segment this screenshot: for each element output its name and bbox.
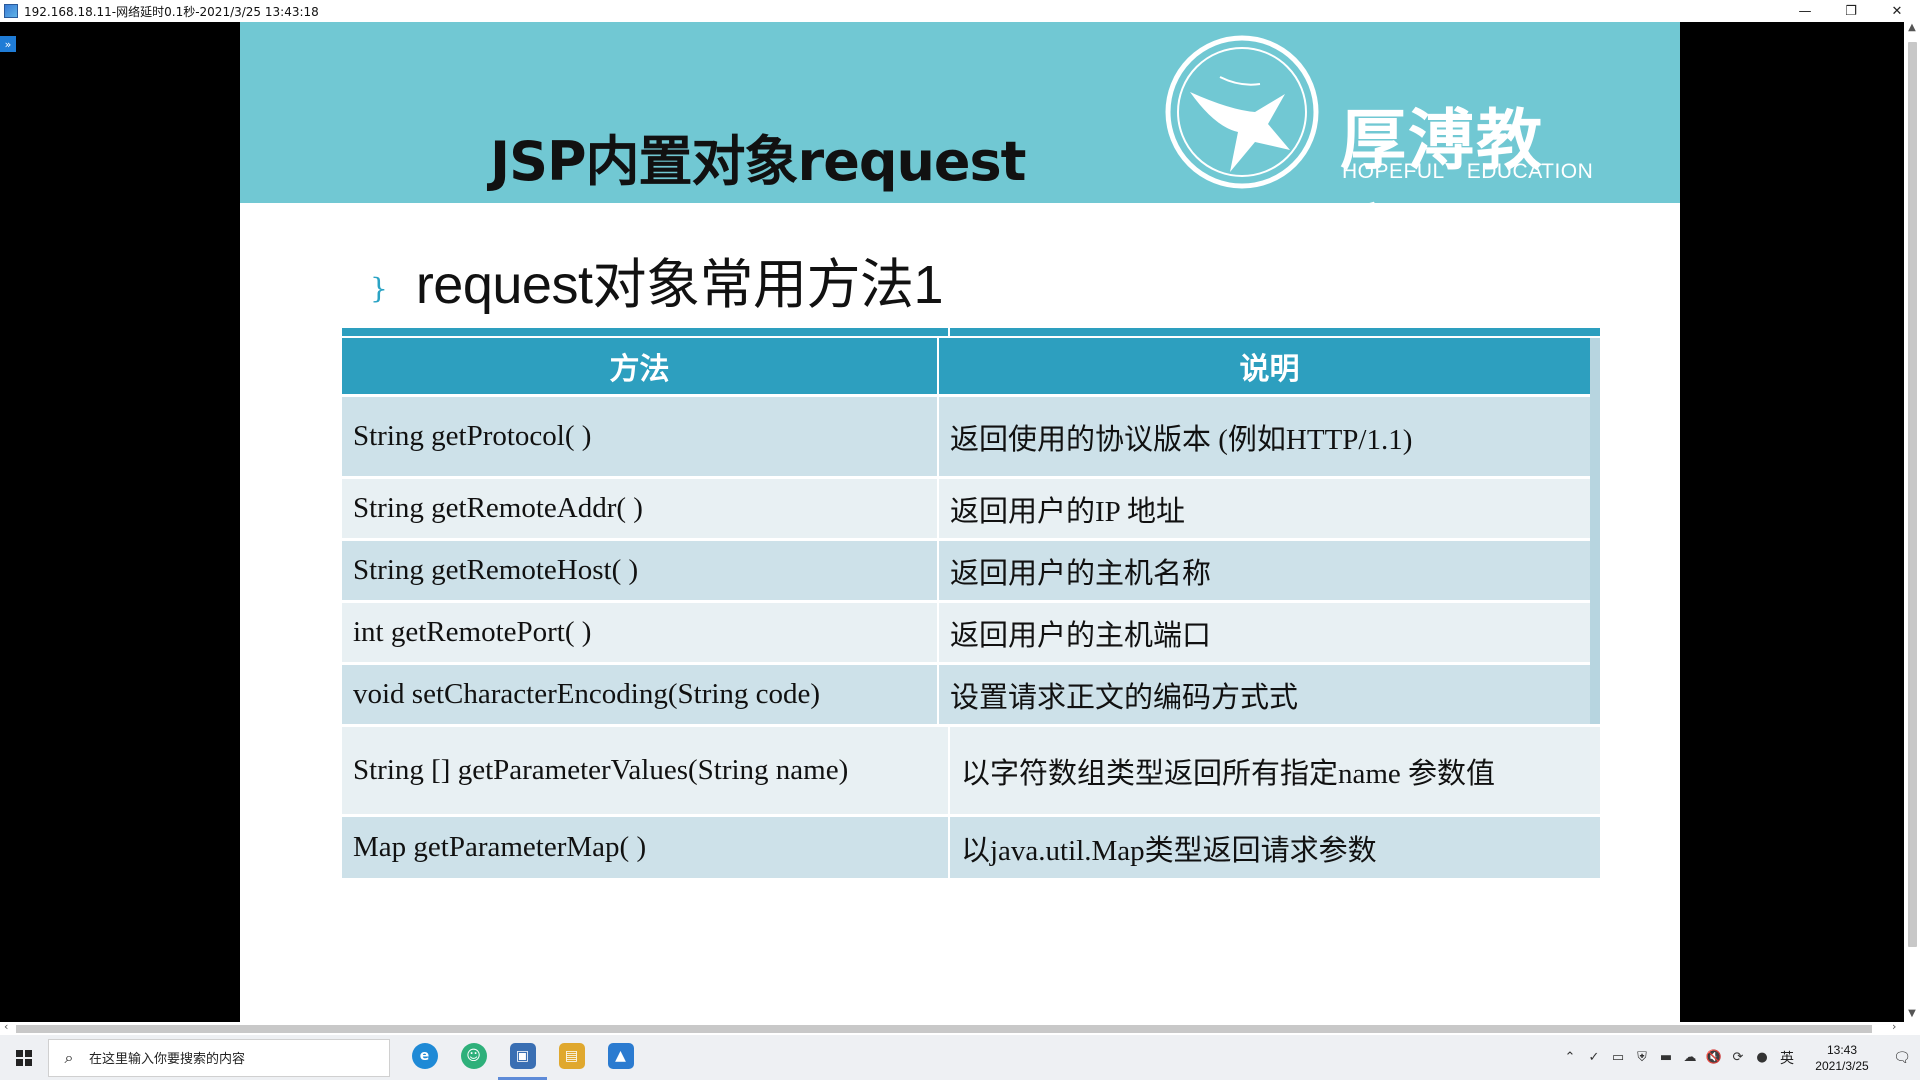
restore-button[interactable]: ❐ — [1828, 0, 1874, 22]
presentation-slide: JSP内置对象request 厚溥教育 HOPEFUL EDUCATION } r… — [240, 22, 1680, 1022]
method-cell: void setCharacterEncoding(String code) — [353, 678, 821, 710]
shield-icon[interactable]: ⛨ — [1630, 1050, 1654, 1065]
brand-en-left: HOPEFUL — [1342, 160, 1445, 183]
input-method-indicator[interactable]: 英 — [1780, 1048, 1794, 1068]
table-row: String getRemoteHost( ) 返回用户的主机名称 — [342, 538, 1600, 600]
method-cell: String getRemoteHost( ) — [353, 554, 639, 586]
description-cell: 以字符数组类型返回所有指定name 参数值 — [948, 727, 1600, 814]
search-placeholder: 在这里输入你要搜索的内容 — [89, 1052, 246, 1067]
brand-logo: 厚溥教育 HOPEFUL EDUCATION — [1160, 32, 1600, 275]
security-icon[interactable]: ✓ — [1582, 1050, 1606, 1065]
window-title: 192.168.18.11-网络延时0.1秒-2021/3/25 13:43:1… — [24, 4, 319, 19]
method-cell: String getProtocol( ) — [353, 420, 592, 452]
taskbar-app-file-explorer[interactable]: ▤ — [547, 1035, 596, 1080]
minimize-button[interactable]: — — [1782, 0, 1828, 22]
table-row: String [] getParameterValues(String name… — [342, 724, 1600, 814]
taskbar-app-photos[interactable]: ▲ — [596, 1035, 645, 1080]
table-edge-strip — [1590, 338, 1600, 724]
scroll-right-arrow-icon[interactable]: › — [1892, 1020, 1896, 1033]
taskbar-app-edge[interactable]: e — [400, 1035, 449, 1080]
taskbar-search-box[interactable]: ⌕ 在这里输入你要搜索的内容 — [48, 1038, 390, 1077]
slide-subtitle: request对象常用方法1 — [415, 255, 944, 315]
window-titlebar: 192.168.18.11-网络延时0.1秒-2021/3/25 13:43:1… — [0, 0, 1920, 22]
qq-icon[interactable]: ● — [1750, 1050, 1774, 1065]
remote-desktop-icon: ▣ — [509, 1043, 536, 1069]
search-icon: ⌕ — [64, 1047, 74, 1067]
vertical-scroll-thumb[interactable] — [1908, 42, 1917, 947]
folder-icon: ▤ — [558, 1043, 585, 1069]
method-cell: Map getParameterMap( ) — [353, 831, 647, 863]
header-method: 方法 — [342, 338, 937, 394]
speaker-muted-icon[interactable]: 🔇 — [1702, 1050, 1726, 1065]
header-description: 说明 — [937, 338, 1600, 394]
description-cell: 设置请求正文的编码方式式 — [937, 665, 1600, 724]
battery-icon[interactable]: ▬ — [1654, 1050, 1678, 1065]
taskbar-apps: e ☺ ▣ ▤ ▲ — [400, 1035, 645, 1080]
table-row: Map getParameterMap( ) 以java.util.Map类型返… — [342, 814, 1600, 878]
method-cell: int getRemotePort( ) — [353, 616, 592, 648]
chat-icon: ☺ — [460, 1043, 487, 1069]
system-tray: ⌃ ✓ ▭ ⛨ ▬ ☁ 🔇 ⟳ ● 英 13:43 2021/3/25 🗨 — [1558, 1035, 1920, 1080]
start-button[interactable] — [0, 1035, 48, 1080]
taskbar-clock[interactable]: 13:43 2021/3/25 — [1800, 1042, 1884, 1074]
taskbar-app-chat[interactable]: ☺ — [449, 1035, 498, 1080]
scroll-down-arrow-icon[interactable]: ▼ — [1904, 1008, 1920, 1022]
method-cell: String [] getParameterValues(String name… — [353, 754, 849, 786]
slide-title: JSP内置对象request — [490, 130, 1026, 193]
bullet-icon: } — [370, 272, 388, 305]
table-row: int getRemotePort( ) 返回用户的主机端口 — [342, 600, 1600, 662]
vertical-scrollbar[interactable]: ▲ ▼ — [1904, 22, 1920, 1022]
clock-time: 13:43 — [1826, 1042, 1858, 1057]
table-row: String getProtocol( ) 返回使用的协议版本 (例如HTTP/… — [342, 394, 1600, 476]
method-cell: String getRemoteAddr( ) — [353, 492, 643, 524]
description-cell: 返回用户的主机名称 — [937, 541, 1600, 600]
taskbar: ⌕ 在这里输入你要搜索的内容 e ☺ ▣ ▤ ▲ ⌃ ✓ ▭ ⛨ ▬ ☁ 🔇 ⟳… — [0, 1035, 1920, 1080]
update-icon[interactable]: ⟳ — [1726, 1050, 1750, 1065]
brand-en-right: EDUCATION — [1466, 160, 1594, 183]
table-row: String getRemoteAddr( ) 返回用户的IP 地址 — [342, 476, 1600, 538]
description-cell: 返回用户的主机端口 — [937, 603, 1600, 662]
notification-center-icon[interactable]: 🗨 — [1884, 1050, 1920, 1066]
scroll-up-arrow-icon[interactable]: ▲ — [1904, 22, 1920, 36]
table-row: void setCharacterEncoding(String code) 设… — [342, 662, 1600, 724]
methods-table: 方法 说明 String getProtocol( ) 返回使用的协议版本 (例… — [342, 328, 1600, 922]
chevron-up-icon[interactable]: ⌃ — [1558, 1050, 1582, 1065]
description-cell: 返回用户的IP 地址 — [937, 479, 1600, 538]
close-button[interactable]: ✕ — [1874, 0, 1920, 22]
slide-subtitle-row: } request对象常用方法1 — [370, 240, 943, 319]
windows-logo-icon — [16, 1049, 32, 1066]
taskbar-app-remote-desktop[interactable]: ▣ — [498, 1035, 547, 1080]
edge-icon: e — [411, 1043, 438, 1069]
network-icon[interactable]: ▭ — [1606, 1050, 1630, 1065]
brand-emblem-icon — [1165, 35, 1319, 189]
cloud-icon[interactable]: ☁ — [1678, 1050, 1702, 1065]
window-controls: — ❐ ✕ — [1782, 0, 1920, 22]
scroll-left-arrow-icon[interactable]: ‹ — [4, 1020, 8, 1033]
description-cell: 返回使用的协议版本 (例如HTTP/1.1) — [937, 397, 1600, 476]
table-top-bar — [342, 328, 1600, 336]
clock-date: 2021/3/25 — [1815, 1058, 1869, 1073]
photos-icon: ▲ — [607, 1043, 634, 1069]
sidebar-toggle-button[interactable]: » — [0, 36, 16, 52]
remote-screen: » JSP内置对象request 厚溥教育 HOPEFUL EDUCATION }… — [0, 22, 1920, 1022]
horizontal-scroll-thumb[interactable] — [16, 1025, 1872, 1033]
table-header-row: 方法 说明 — [342, 338, 1600, 394]
brand-name-en: HOPEFUL EDUCATION — [1342, 160, 1615, 184]
remote-desktop-icon — [4, 4, 18, 18]
horizontal-scrollbar[interactable]: ‹ › — [0, 1020, 1920, 1035]
description-cell: 以java.util.Map类型返回请求参数 — [948, 817, 1600, 878]
